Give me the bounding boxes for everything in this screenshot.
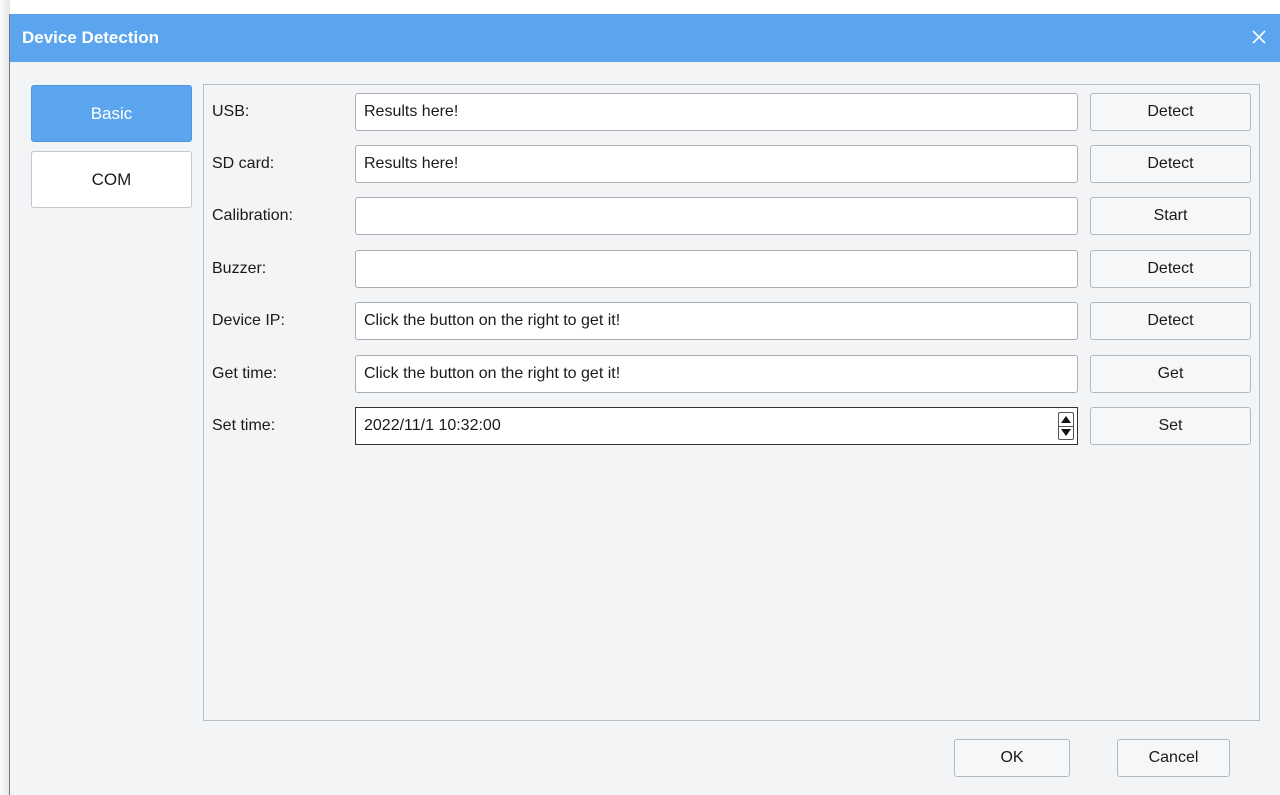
calibration-label: Calibration: [212,207,293,224]
spin-down-icon[interactable] [1059,426,1073,439]
buzzer-label: Buzzer: [212,260,267,277]
window-title: Device Detection [22,28,159,47]
dialog-window: Device Detection Basic COM USB: Detect S… [9,14,1280,795]
usb-label: USB: [212,103,250,120]
usb-result-field[interactable] [355,93,1078,131]
tab-com-label: COM [91,169,132,189]
sd-card-detect-button[interactable]: Detect [1090,145,1251,183]
buzzer-detect-button[interactable]: Detect [1090,250,1251,288]
set-time-label: Set time: [212,417,276,434]
basic-panel: USB: Detect SD card: Detect Calibration:… [203,84,1260,721]
device-ip-field[interactable] [355,302,1078,340]
title-bar: Device Detection [10,14,1280,62]
tab-basic[interactable]: Basic [31,85,192,142]
set-time-button[interactable]: Set [1090,407,1251,445]
usb-detect-button[interactable]: Detect [1090,93,1251,131]
close-icon[interactable] [1246,24,1272,50]
tab-com[interactable]: COM [31,151,192,208]
sd-card-label: SD card: [212,155,275,172]
get-time-field[interactable] [355,355,1078,393]
cancel-button[interactable]: Cancel [1117,739,1230,777]
get-time-label: Get time: [212,365,277,382]
sd-card-result-field[interactable] [355,145,1078,183]
get-time-button[interactable]: Get [1090,355,1251,393]
buzzer-field[interactable] [355,250,1078,288]
device-ip-detect-button[interactable]: Detect [1090,302,1251,340]
tab-basic-label: Basic [90,103,133,123]
device-ip-label: Device IP: [212,312,285,329]
calibration-start-button[interactable]: Start [1090,197,1251,235]
ok-button[interactable]: OK [954,739,1070,777]
calibration-field[interactable] [355,197,1078,235]
datetime-spinner[interactable] [1058,412,1074,440]
set-time-value: 2022/11/1 10:32:00 [364,417,501,434]
set-time-datetime-picker[interactable]: 2022/11/1 10:32:00 [355,407,1078,445]
spin-up-icon[interactable] [1059,413,1073,427]
